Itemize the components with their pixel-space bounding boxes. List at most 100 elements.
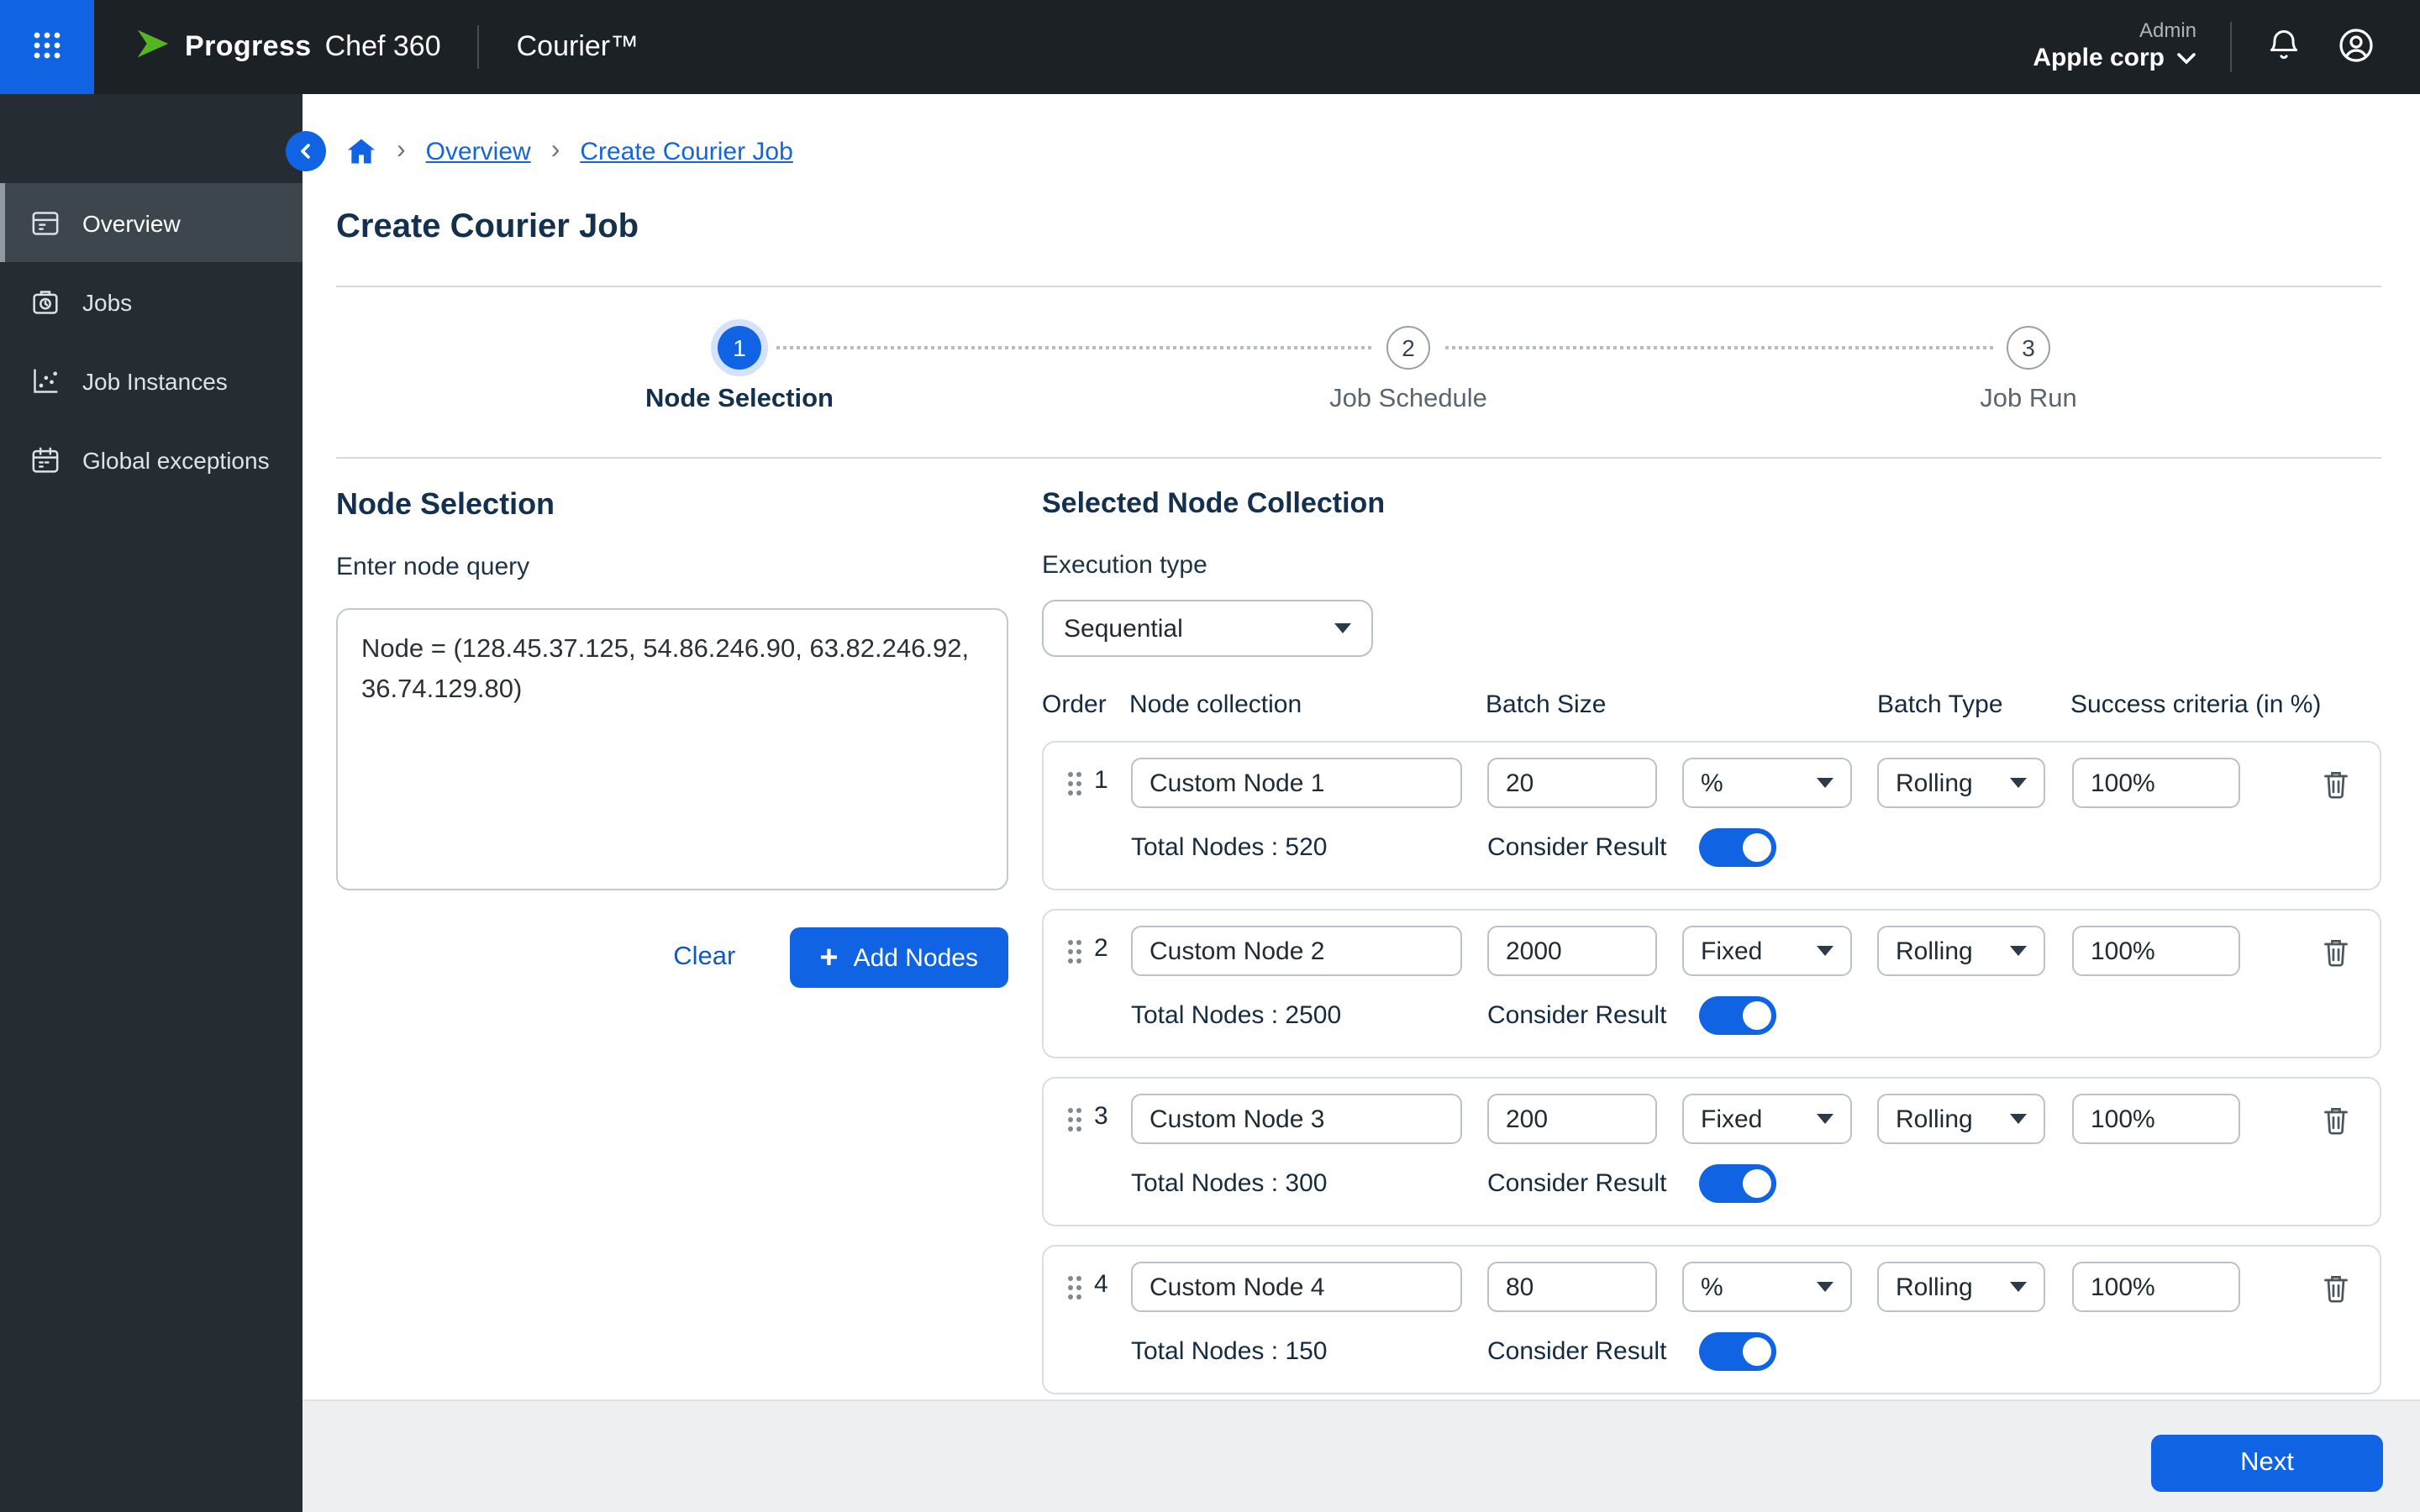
chevron-down-icon: [1817, 946, 1833, 956]
sidebar-item-label: Jobs: [82, 288, 133, 315]
drag-handle-icon[interactable]: [1065, 937, 1084, 966]
success-criteria-input[interactable]: [2072, 758, 2240, 808]
batch-type-select[interactable]: Rolling: [1877, 926, 2045, 976]
app-root: Progress Chef 360 Courier™ Admin Apple c…: [0, 0, 2420, 1512]
trash-icon[interactable]: [2321, 936, 2354, 969]
node-collection-input[interactable]: [1131, 1094, 1462, 1144]
batch-type-value: Rolling: [1896, 769, 1973, 797]
success-criteria-input[interactable]: [2072, 1094, 2240, 1144]
user-org-label: Apple corp: [2033, 44, 2165, 73]
app-grid-button[interactable]: [0, 0, 94, 94]
step-number: 2: [1386, 326, 1430, 370]
success-criteria-input[interactable]: [2072, 1262, 2240, 1312]
add-nodes-label: Add Nodes: [853, 943, 978, 972]
batch-type-select[interactable]: Rolling: [1877, 1094, 2045, 1144]
consider-result-toggle[interactable]: [1699, 996, 1776, 1035]
total-nodes-text: Total Nodes : 520: [1131, 833, 1328, 862]
node-collection-input[interactable]: [1131, 758, 1462, 808]
topbar-divider: [2230, 22, 2232, 72]
success-criteria-input[interactable]: [2072, 926, 2240, 976]
execution-type-value: Sequential: [1064, 614, 1183, 643]
batch-unit-select[interactable]: Fixed: [1682, 926, 1852, 976]
breadcrumb-separator: ›: [550, 136, 560, 165]
total-nodes-text: Total Nodes : 300: [1131, 1169, 1328, 1198]
drag-handle-icon[interactable]: [1065, 1273, 1084, 1302]
brand-link[interactable]: Progress Chef 360: [134, 26, 441, 68]
selected-node-collection-panel: Selected Node Collection Execution type …: [1042, 487, 2381, 1394]
batch-type-select[interactable]: Rolling: [1877, 758, 2045, 808]
home-icon[interactable]: [346, 138, 376, 165]
batch-unit-select[interactable]: Fixed: [1682, 1094, 1852, 1144]
execution-type-select[interactable]: Sequential: [1042, 600, 1373, 657]
trash-icon[interactable]: [2321, 1104, 2354, 1137]
account-button[interactable]: [2336, 24, 2376, 70]
brand-suite: Chef 360: [324, 30, 441, 62]
add-nodes-button[interactable]: + Add Nodes: [789, 927, 1008, 988]
column-header-batch-size: Batch Size: [1486, 690, 1607, 719]
sidebar-item-global-exceptions[interactable]: Global exceptions: [0, 420, 302, 499]
step-label: Node Selection: [645, 385, 834, 413]
chevron-down-icon: [1817, 778, 1833, 788]
toggle-knob: [1743, 1001, 1771, 1030]
column-header-node-collection: Node collection: [1129, 690, 1302, 719]
batch-size-input[interactable]: [1487, 758, 1657, 808]
global-exceptions-icon: [29, 443, 62, 476]
step-node-selection: 1 Node Selection: [605, 326, 874, 415]
back-button[interactable]: [286, 131, 326, 171]
footer-bar: Next: [302, 1399, 2420, 1512]
node-query-label: Enter node query: [336, 553, 530, 581]
trash-icon[interactable]: [2321, 768, 2354, 801]
breadcrumb-link-create-courier-job[interactable]: Create Courier Job: [580, 137, 792, 165]
sidebar-item-label: Global exceptions: [82, 446, 270, 473]
sidebar-item-overview[interactable]: Overview: [0, 183, 302, 262]
batch-unit-value: %: [1701, 769, 1723, 797]
notifications-button[interactable]: [2265, 26, 2302, 68]
consider-result-toggle[interactable]: [1699, 1164, 1776, 1203]
node-query-input[interactable]: Node = (128.45.37.125, 54.86.246.90, 63.…: [336, 608, 1008, 890]
node-collection-input[interactable]: [1131, 1262, 1462, 1312]
batch-type-value: Rolling: [1896, 1273, 1973, 1301]
chevron-down-icon: [1334, 623, 1351, 633]
batch-size-input[interactable]: [1487, 926, 1657, 976]
batch-size-input[interactable]: [1487, 1262, 1657, 1312]
sidebar-item-job-instances[interactable]: Job Instances: [0, 341, 302, 420]
org-switcher[interactable]: Admin Apple corp: [2033, 18, 2196, 76]
batch-unit-select[interactable]: %: [1682, 758, 1852, 808]
row-order: 1: [1094, 766, 1108, 795]
breadcrumb-link-overview[interactable]: Overview: [426, 137, 531, 165]
divider: [336, 286, 2381, 287]
collection-heading: Selected Node Collection: [1042, 487, 1386, 519]
consider-result-label: Consider Result: [1487, 1169, 1667, 1198]
progress-logo-icon: [134, 26, 171, 68]
main-content: › Overview › Create Courier Job Create C…: [286, 94, 2420, 1512]
batch-unit-select[interactable]: %: [1682, 1262, 1852, 1312]
consider-result-toggle[interactable]: [1699, 828, 1776, 867]
clear-button[interactable]: Clear: [673, 942, 735, 973]
chevron-down-icon: [2010, 946, 2027, 956]
drag-handle-icon[interactable]: [1065, 1105, 1084, 1134]
consider-result-toggle[interactable]: [1699, 1332, 1776, 1371]
drag-handle-icon[interactable]: [1065, 769, 1084, 798]
app-grid-icon: [32, 29, 62, 65]
divider: [336, 457, 2381, 459]
wizard-stepper: 1 Node Selection 2 Job Schedule 3 Job Ru…: [336, 326, 2381, 437]
topbar-divider: [477, 25, 480, 69]
chevron-down-icon: [2010, 1114, 2027, 1124]
sidebar-nav: Overview Jobs Job Instances Global excep…: [0, 94, 302, 499]
next-button[interactable]: Next: [2151, 1435, 2383, 1492]
total-nodes-text: Total Nodes : 2500: [1131, 1001, 1342, 1030]
node-selection-panel: Node Selection Enter node query Node = (…: [336, 487, 1008, 988]
user-role-label: Admin: [2139, 18, 2196, 43]
step-number: 3: [2007, 326, 2050, 370]
row-order: 2: [1094, 934, 1108, 963]
trash-icon[interactable]: [2321, 1272, 2354, 1305]
execution-type-label: Execution type: [1042, 551, 1207, 580]
node-selection-heading: Node Selection: [336, 487, 555, 521]
batch-type-value: Rolling: [1896, 1105, 1973, 1133]
sidebar-item-jobs[interactable]: Jobs: [0, 262, 302, 341]
node-collection-input[interactable]: [1131, 926, 1462, 976]
chevron-down-icon: [2010, 778, 2027, 788]
step-job-schedule: 2 Job Schedule: [1274, 326, 1543, 415]
batch-size-input[interactable]: [1487, 1094, 1657, 1144]
batch-type-select[interactable]: Rolling: [1877, 1262, 2045, 1312]
